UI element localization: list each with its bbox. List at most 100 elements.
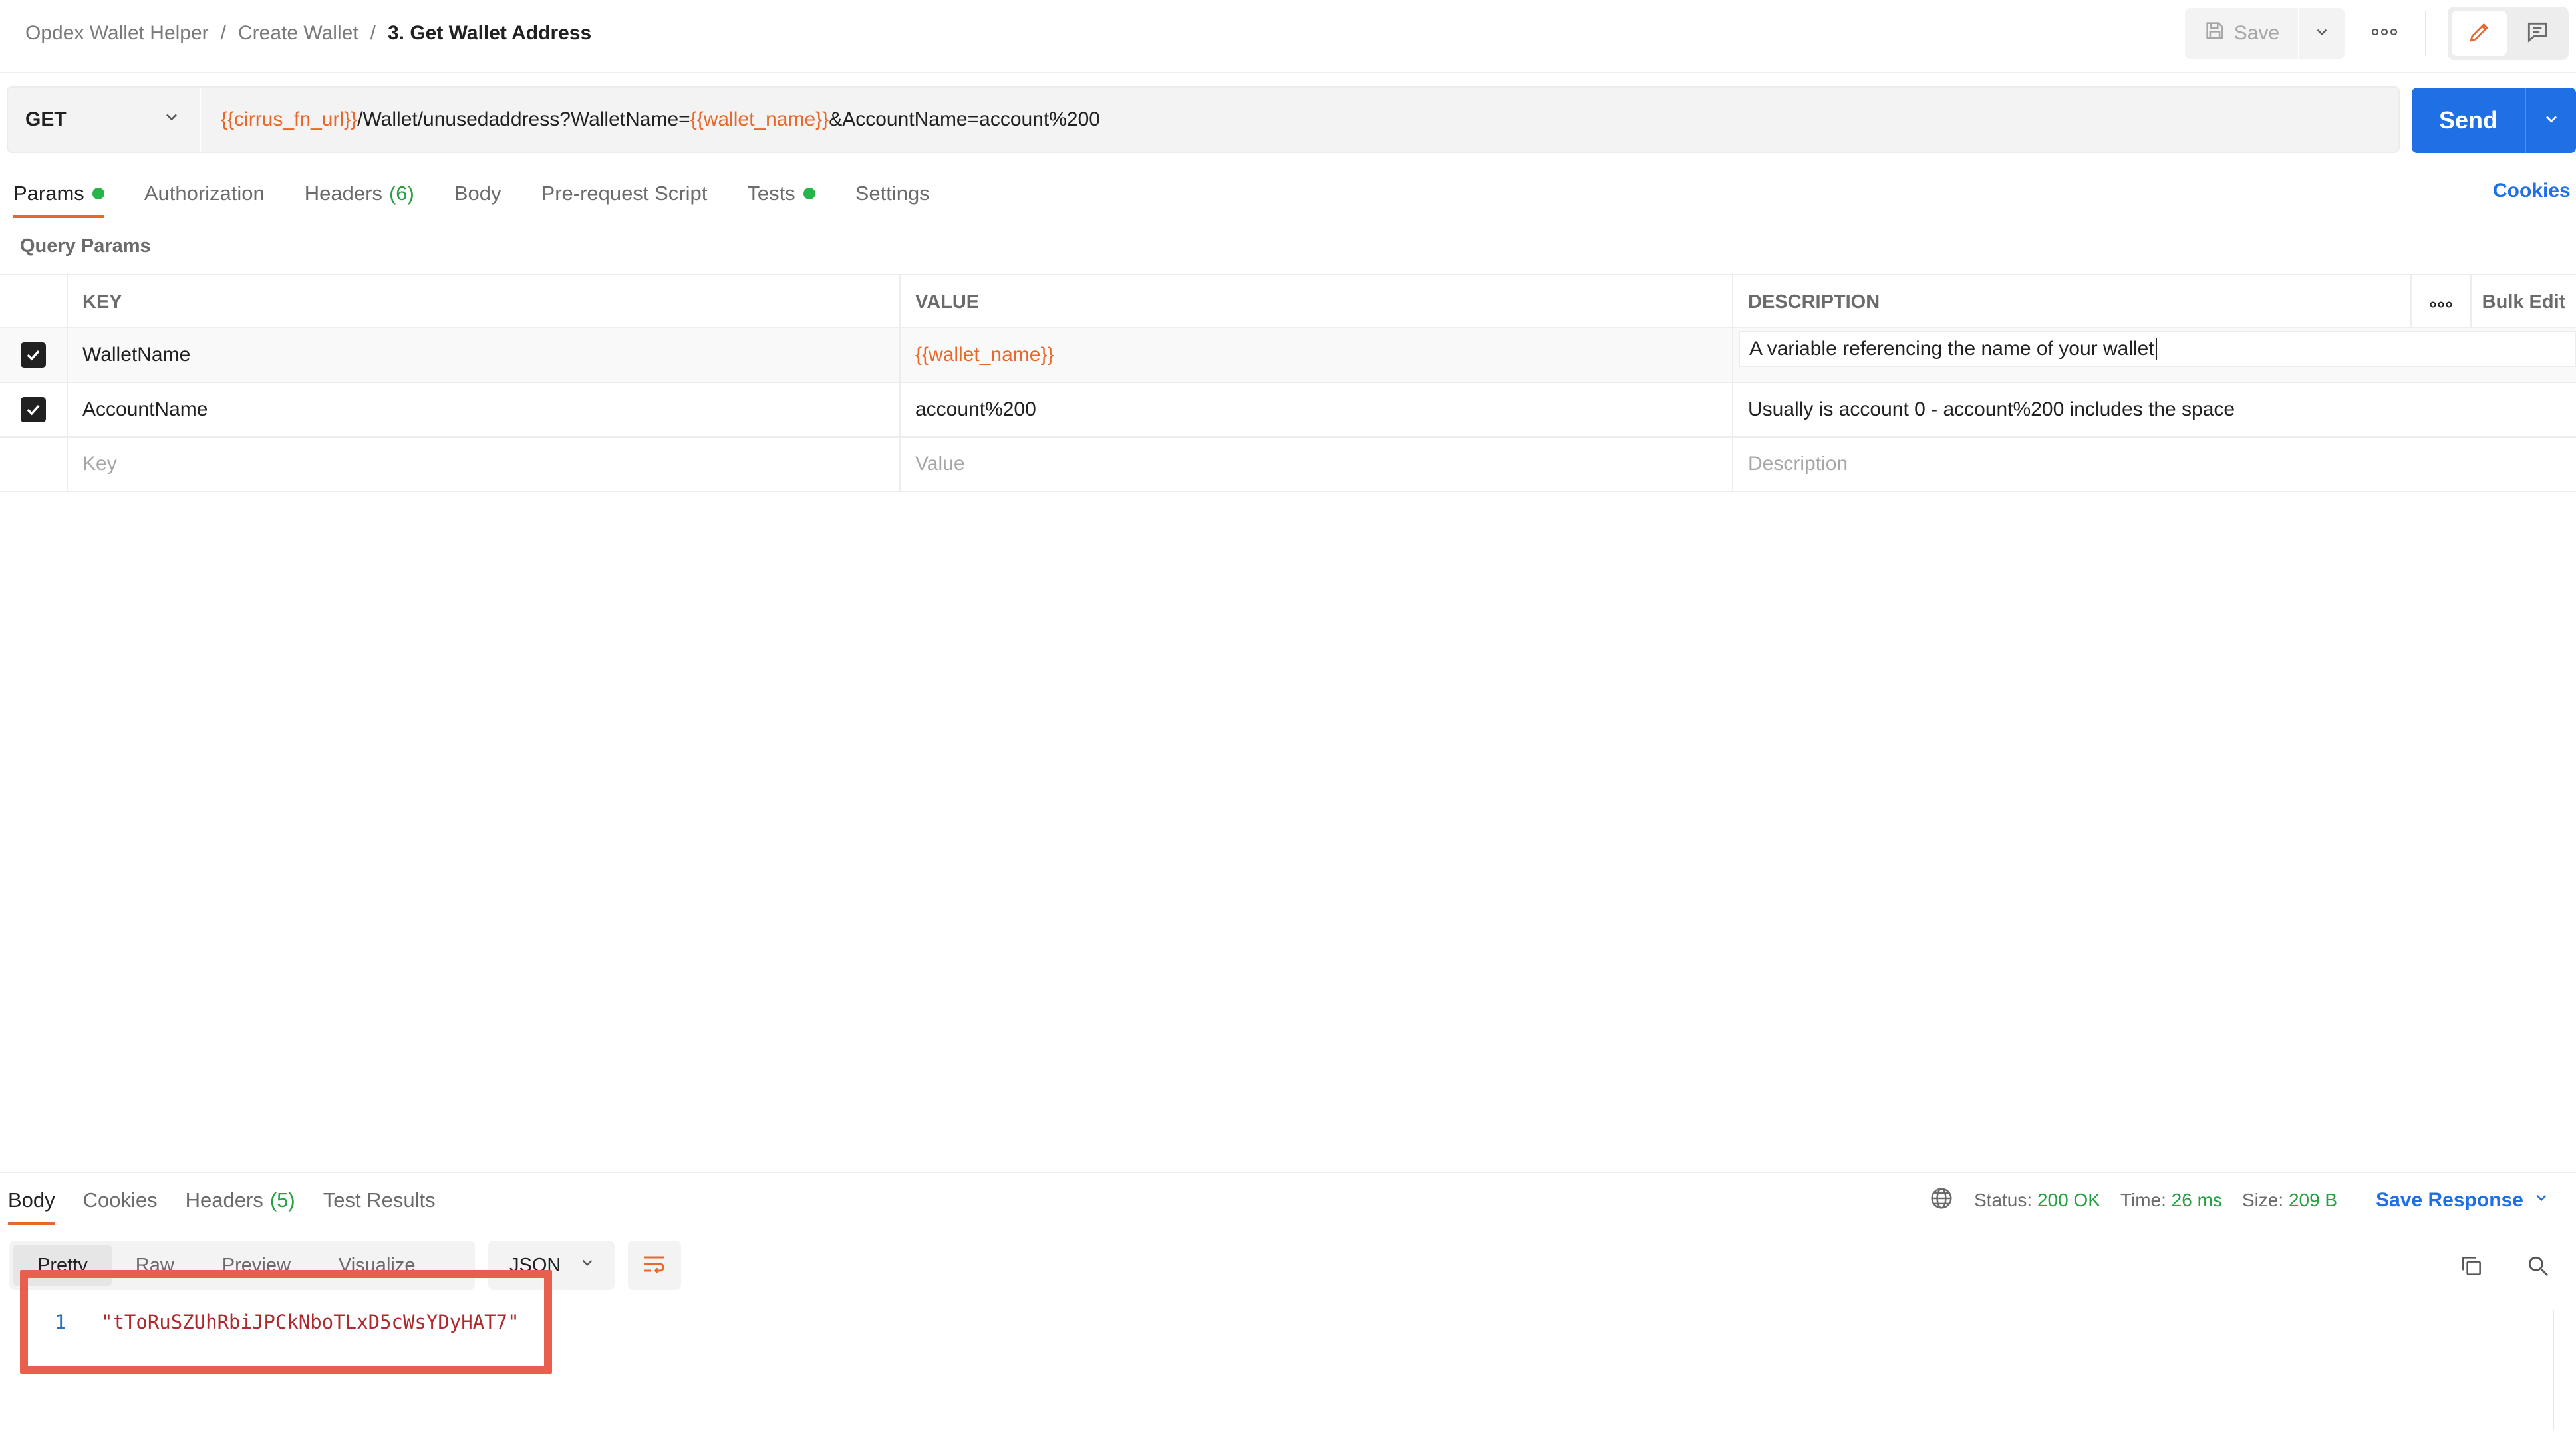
size-value[interactable]: 209 B: [2289, 1190, 2337, 1210]
tab-pre-request-script[interactable]: Pre-request Script: [541, 177, 708, 210]
wrap-lines-button[interactable]: [628, 1241, 681, 1290]
url-query: &AccountName=account%200: [829, 108, 1100, 130]
url-input[interactable]: {{cirrus_fn_url}}/Wallet/unusedaddress?W…: [201, 108, 1100, 131]
save-icon: [2204, 19, 2226, 47]
breadcrumb-collection[interactable]: Opdex Wallet Helper: [25, 20, 209, 47]
bulk-edit-button[interactable]: Bulk Edit: [2472, 275, 2576, 328]
send-button-group: Send: [2412, 88, 2576, 153]
edit-mode-button[interactable]: [2452, 11, 2507, 56]
new-value-input[interactable]: Value: [901, 438, 1733, 491]
tab-params[interactable]: Params: [13, 177, 104, 218]
tab-label: Settings: [855, 182, 930, 205]
search-icon: [2525, 1253, 2551, 1282]
response-tabs: Body Cookies Headers (5) Test Results: [8, 1184, 464, 1225]
table-header-row: KEY VALUE DESCRIPTION Bulk Edit: [0, 274, 2576, 328]
breadcrumb-current-request[interactable]: 3. Get Wallet Address: [388, 20, 591, 47]
wrap-lines-icon: [641, 1251, 668, 1281]
headers-count: (5): [269, 1188, 295, 1212]
new-description-input[interactable]: Description: [1733, 438, 2576, 491]
send-options-button[interactable]: [2525, 88, 2576, 153]
response-tab-body[interactable]: Body: [8, 1184, 55, 1225]
request-tabs: Params Authorization Headers (6) Body Pre…: [13, 177, 970, 218]
text-caret: [2155, 338, 2157, 360]
param-key-cell[interactable]: AccountName: [68, 383, 901, 436]
header-divider: [0, 72, 2576, 73]
time-label: Time:: [2120, 1190, 2166, 1210]
tab-tests[interactable]: Tests: [747, 177, 815, 210]
tab-label: Test Results: [323, 1188, 436, 1212]
breadcrumb-separator: /: [220, 22, 227, 44]
method-select[interactable]: GET: [8, 88, 201, 152]
tab-label: Params: [13, 182, 84, 205]
save-label: Save: [2233, 22, 2280, 44]
tab-label: Body: [8, 1188, 55, 1212]
param-enabled-checkbox[interactable]: [0, 328, 68, 382]
send-button[interactable]: Send: [2412, 88, 2525, 153]
tab-headers[interactable]: Headers (6): [305, 177, 414, 210]
save-options-button[interactable]: [2298, 8, 2345, 59]
globe-icon[interactable]: [1929, 1186, 1954, 1216]
tab-body[interactable]: Body: [454, 177, 501, 210]
tab-label: Pre-request Script: [541, 182, 708, 205]
response-tab-test-results[interactable]: Test Results: [323, 1184, 436, 1217]
highlight-annotation-box: [20, 1270, 552, 1374]
response-status-bar: Status: 200 OK Time: 26 ms Size: 209 B S…: [1929, 1184, 2550, 1217]
tab-authorization[interactable]: Authorization: [144, 177, 265, 210]
column-header-description: DESCRIPTION: [1733, 275, 2412, 328]
tab-label: Authorization: [144, 182, 265, 205]
response-scrollbar[interactable]: [2553, 1310, 2554, 1430]
search-response-button[interactable]: [2521, 1250, 2555, 1285]
save-response-button[interactable]: Save Response: [2376, 1189, 2550, 1212]
url-path: /Wallet/unusedaddress?WalletName=: [357, 108, 690, 130]
param-value-cell[interactable]: {{wallet_name}}: [901, 328, 1733, 382]
tab-label: Headers: [304, 182, 382, 205]
status-label: Status:: [1974, 1190, 2033, 1210]
response-tab-cookies[interactable]: Cookies: [83, 1184, 158, 1217]
checkbox-placeholder: [0, 438, 68, 491]
tab-label: Cookies: [82, 1188, 158, 1212]
save-button[interactable]: Save: [2185, 8, 2298, 59]
headers-count: (6): [388, 182, 414, 205]
more-actions-button[interactable]: [2364, 15, 2404, 52]
method-label: GET: [25, 108, 67, 130]
breadcrumb-separator: /: [370, 22, 376, 44]
tab-label: Body: [454, 182, 501, 205]
breadcrumb: Opdex Wallet Helper / Create Wallet / 3.…: [25, 20, 591, 47]
tab-label: Tests: [747, 182, 795, 205]
query-params-heading: Query Params: [20, 235, 151, 257]
status-item: Status: 200 OK: [1974, 1190, 2100, 1211]
size-label: Size:: [2241, 1190, 2284, 1210]
chevron-down-icon: [2313, 23, 2331, 44]
response-tab-headers[interactable]: Headers (5): [186, 1184, 295, 1217]
status-value[interactable]: 200 OK: [2037, 1190, 2100, 1210]
response-divider[interactable]: [0, 1172, 2576, 1173]
url-variable: {{wallet_name}}: [690, 108, 829, 130]
copy-response-button[interactable]: [2454, 1250, 2489, 1285]
tab-settings[interactable]: Settings: [855, 177, 930, 210]
chevron-down-icon: [2533, 1189, 2550, 1212]
column-header-key: KEY: [68, 275, 901, 328]
save-response-label: Save Response: [2376, 1189, 2523, 1211]
size-item: Size: 209 B: [2242, 1190, 2337, 1211]
checkmark-icon: [21, 342, 46, 368]
param-description-input[interactable]: A variable referencing the name of your …: [1739, 331, 2576, 367]
param-value-cell[interactable]: account%200: [901, 383, 1733, 436]
table-row-new: Key Value Description: [0, 438, 2576, 492]
param-description-cell[interactable]: Usually is account 0 - account%200 inclu…: [1733, 383, 2576, 436]
pencil-icon: [2467, 19, 2492, 48]
chevron-down-icon: [162, 108, 181, 132]
param-enabled-checkbox[interactable]: [0, 383, 68, 436]
new-key-input[interactable]: Key: [68, 438, 901, 491]
tab-label: Headers: [185, 1188, 263, 1212]
chevron-down-icon: [579, 1254, 596, 1277]
column-header-value: VALUE: [901, 275, 1733, 328]
column-options-button[interactable]: [2412, 275, 2472, 328]
url-variable: {{cirrus_fn_url}}: [221, 108, 358, 130]
param-key-cell[interactable]: WalletName: [68, 328, 901, 382]
breadcrumb-folder[interactable]: Create Wallet: [238, 20, 358, 47]
comment-icon: [2525, 19, 2550, 48]
table-row: AccountName account%200 Usually is accou…: [0, 383, 2576, 438]
documentation-mode-button[interactable]: [2509, 11, 2565, 56]
cookies-link[interactable]: Cookies: [2493, 180, 2571, 202]
time-value[interactable]: 26 ms: [2172, 1190, 2222, 1210]
